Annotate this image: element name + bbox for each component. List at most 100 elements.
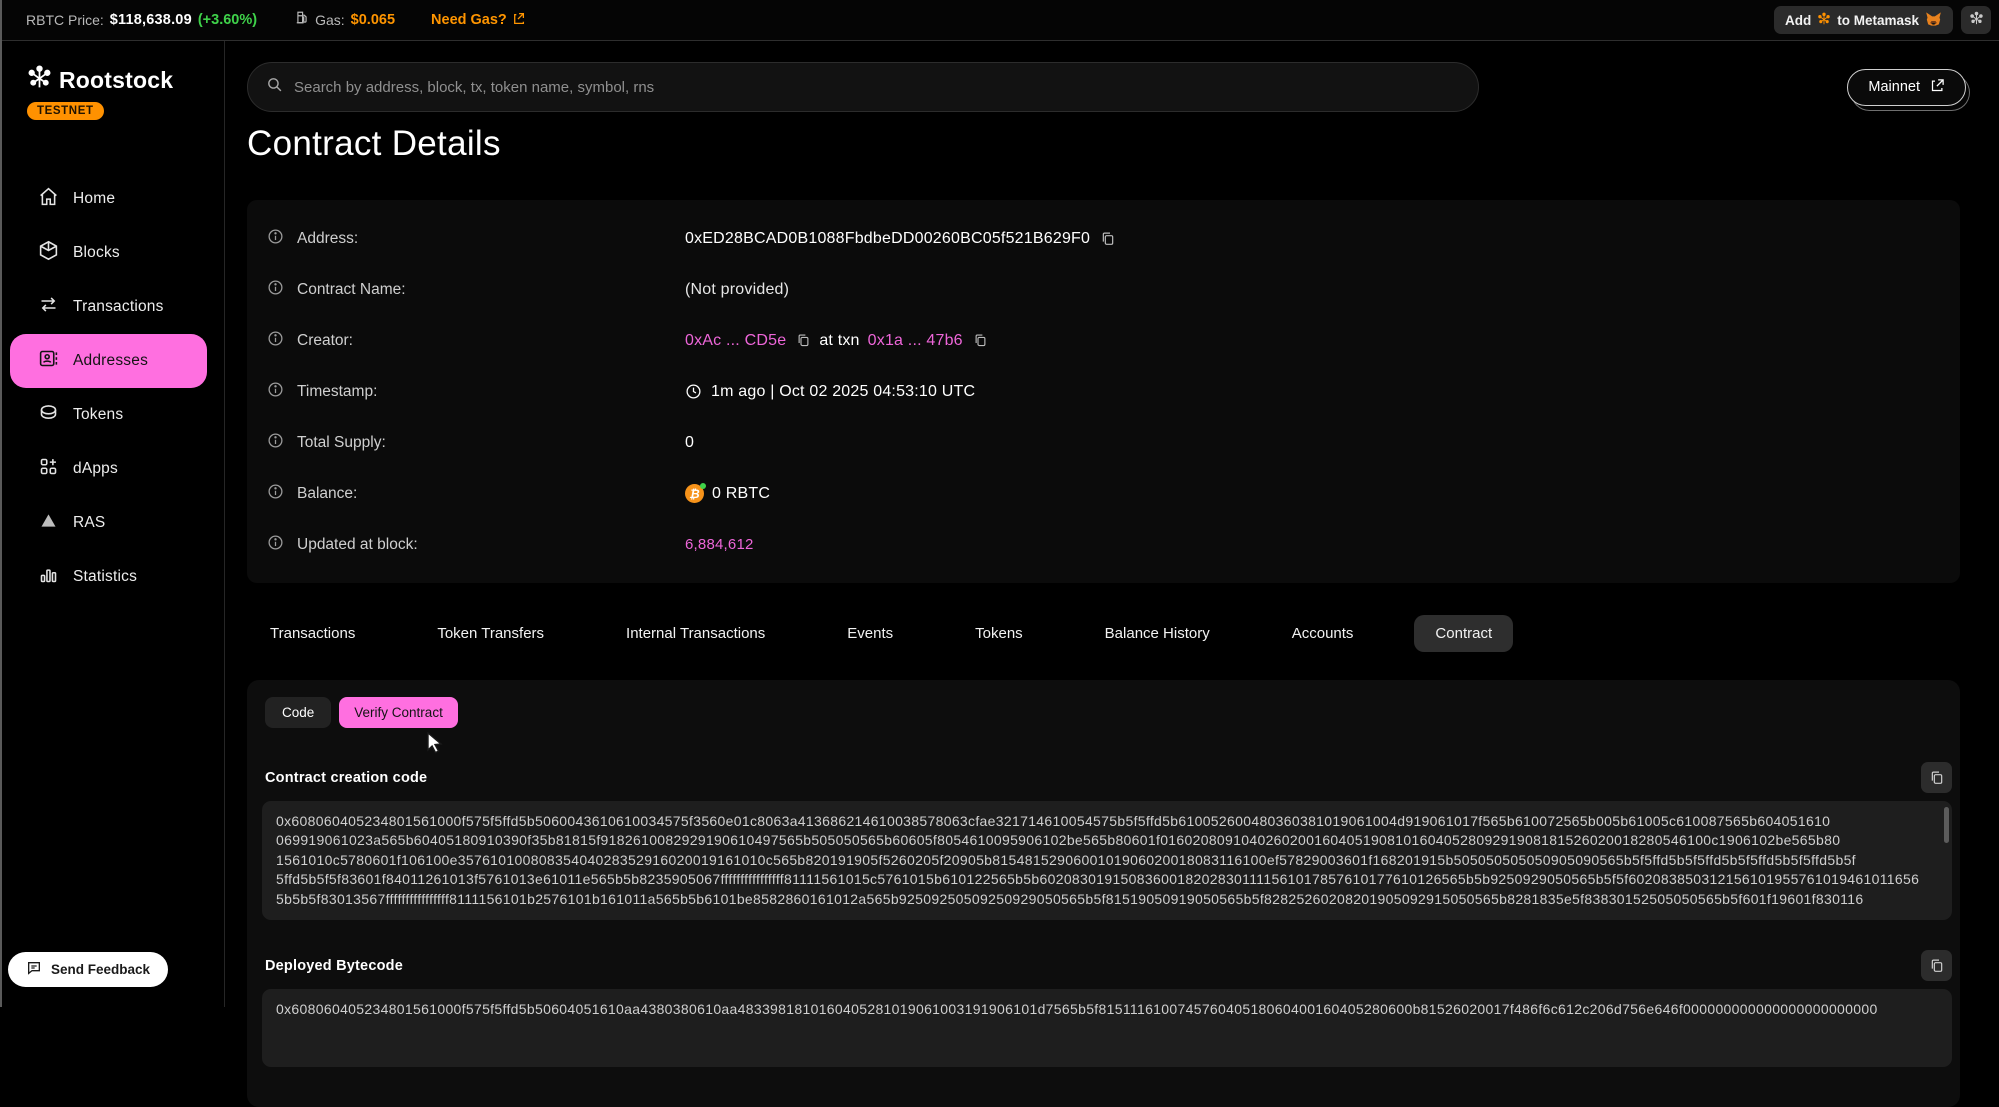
at-txn-label: at txn bbox=[819, 332, 859, 350]
gas-label: Gas: bbox=[315, 12, 345, 28]
rootstock-flower-icon bbox=[1817, 12, 1831, 29]
tab-transactions[interactable]: Transactions bbox=[249, 615, 376, 652]
tab-token-transfers[interactable]: Token Transfers bbox=[416, 615, 565, 652]
rootstock-grey-icon bbox=[1969, 11, 1984, 29]
timestamp-value: 1m ago | Oct 02 2025 04:53:10 UTC bbox=[711, 383, 975, 401]
sidebar-item-tokens[interactable]: Tokens bbox=[10, 388, 207, 442]
sidebar-item-label: Tokens bbox=[73, 406, 123, 424]
clock-icon bbox=[685, 383, 702, 400]
creation-code-label: Contract creation code bbox=[265, 770, 427, 786]
add-label: Add bbox=[1785, 13, 1811, 28]
page-title: Contract Details bbox=[247, 124, 1966, 164]
address-value: 0xED28BCAD0B1088FbdbeDD00260BC05f521B629… bbox=[685, 230, 1090, 248]
tab-contract[interactable]: Contract bbox=[1414, 615, 1513, 652]
external-link-icon bbox=[1930, 78, 1945, 97]
creator-txn-link[interactable]: 0x1a ... 47b6 bbox=[868, 332, 963, 350]
sidebar-item-label: dApps bbox=[73, 460, 118, 478]
sidebar: Rootstock TESTNET Home Blocks Transactio… bbox=[0, 41, 225, 1007]
search-input[interactable] bbox=[294, 79, 1460, 96]
rootstock-logo[interactable]: Rootstock bbox=[0, 65, 224, 95]
updated-block-link[interactable]: 6,884,612 bbox=[685, 536, 754, 553]
sidebar-item-home[interactable]: Home bbox=[10, 172, 207, 226]
code-button[interactable]: Code bbox=[265, 697, 331, 728]
creator-label: Creator: bbox=[297, 332, 353, 350]
detail-row-creator: Creator: 0xAc ... CD5e at txn 0x1a ... 4… bbox=[267, 315, 1940, 366]
code-line: 069919061023a565b60405180910390f35b81815… bbox=[276, 831, 1934, 850]
need-gas-link[interactable]: Need Gas? bbox=[431, 12, 525, 29]
sidebar-item-addresses[interactable]: Addresses bbox=[10, 334, 207, 388]
tab-internal-transactions[interactable]: Internal Transactions bbox=[605, 615, 786, 652]
sidebar-item-label: RAS bbox=[73, 514, 105, 532]
info-icon bbox=[267, 381, 284, 403]
sidebar-item-label: Statistics bbox=[73, 568, 137, 586]
sidebar-item-label: Blocks bbox=[73, 244, 120, 262]
sidebar-item-transactions[interactable]: Transactions bbox=[10, 280, 207, 334]
copy-address-button[interactable] bbox=[1100, 231, 1116, 247]
bar-chart-icon bbox=[38, 564, 59, 590]
search-bar bbox=[247, 62, 1479, 112]
mainnet-label: Mainnet bbox=[1868, 79, 1920, 95]
copy-creation-code-button[interactable] bbox=[1921, 762, 1952, 793]
info-icon bbox=[267, 279, 284, 301]
sidebar-item-statistics[interactable]: Statistics bbox=[10, 550, 207, 604]
deployed-bytecode-block[interactable]: 0x608060405234801561000f575f5ffd5b506040… bbox=[262, 989, 1952, 1067]
code-line: 1561010c5780601f106100e35761010080835404… bbox=[276, 851, 1934, 870]
sidebar-item-dapps[interactable]: dApps bbox=[10, 442, 207, 496]
address-tabs: Transactions Token Transfers Internal Tr… bbox=[247, 615, 1966, 652]
code-scrollbar[interactable] bbox=[1944, 807, 1949, 843]
tab-balance-history[interactable]: Balance History bbox=[1084, 615, 1231, 652]
detail-row-updated-block: Updated at block: 6,884,612 bbox=[267, 519, 1940, 570]
copy-deployed-bytecode-button[interactable] bbox=[1921, 950, 1952, 981]
creator-address-link[interactable]: 0xAc ... CD5e bbox=[685, 332, 786, 350]
contract-panel: Code Verify Contract Contract creation c… bbox=[247, 680, 1960, 1107]
tab-accounts[interactable]: Accounts bbox=[1271, 615, 1375, 652]
rbtc-price-change: (+3.60%) bbox=[198, 12, 257, 28]
sidebar-nav: Home Blocks Transactions Addresses Token… bbox=[0, 172, 224, 604]
code-line: 0x608060405234801561000f575f5ffd5b506004… bbox=[276, 812, 1934, 831]
cube-icon bbox=[38, 240, 59, 266]
feedback-label: Send Feedback bbox=[51, 962, 150, 977]
copy-txn-button[interactable] bbox=[973, 333, 988, 348]
triangle-icon bbox=[38, 510, 59, 536]
creation-code-block[interactable]: 0x608060405234801561000f575f5ffd5b506004… bbox=[262, 801, 1952, 920]
code-line: 0x608060405234801561000f575f5ffd5b506040… bbox=[276, 1000, 1934, 1019]
rootstock-settings-button[interactable] bbox=[1961, 6, 1991, 34]
detail-row-timestamp: Timestamp: 1m ago | Oct 02 2025 04:53:10… bbox=[267, 366, 1940, 417]
sidebar-item-label: Addresses bbox=[73, 352, 148, 370]
to-metamask-label: to Metamask bbox=[1837, 13, 1919, 28]
send-feedback-button[interactable]: Send Feedback bbox=[8, 952, 168, 987]
sidebar-item-label: Transactions bbox=[73, 298, 164, 316]
tab-tokens[interactable]: Tokens bbox=[954, 615, 1044, 652]
swap-arrows-icon bbox=[38, 294, 59, 320]
balance-label: Balance: bbox=[297, 485, 357, 503]
add-to-metamask-button[interactable]: Add to Metamask bbox=[1774, 6, 1953, 34]
coin-icon bbox=[38, 402, 59, 428]
sidebar-item-blocks[interactable]: Blocks bbox=[10, 226, 207, 280]
dapps-grid-icon bbox=[38, 456, 59, 482]
info-icon bbox=[267, 330, 284, 352]
brand-name: Rootstock bbox=[59, 67, 173, 94]
address-card-icon bbox=[38, 348, 59, 374]
window-edge bbox=[0, 0, 2, 1007]
tab-events[interactable]: Events bbox=[826, 615, 914, 652]
contract-name-value: (Not provided) bbox=[685, 281, 789, 299]
testnet-badge: TESTNET bbox=[27, 102, 104, 120]
detail-row-balance: Balance: ₿ 0 RBTC bbox=[267, 468, 1940, 519]
sidebar-item-label: Home bbox=[73, 190, 115, 208]
external-link-icon bbox=[512, 12, 525, 29]
deployed-bytecode-label: Deployed Bytecode bbox=[265, 958, 403, 974]
copy-creator-button[interactable] bbox=[796, 333, 811, 348]
gas-value: $0.065 bbox=[351, 12, 395, 28]
info-icon bbox=[267, 534, 284, 556]
info-icon bbox=[267, 483, 284, 505]
rbtc-price-label: RBTC Price: bbox=[26, 12, 104, 28]
sidebar-item-ras[interactable]: RAS bbox=[10, 496, 207, 550]
gas-pump-icon bbox=[295, 10, 309, 30]
code-line: 5b5b5f83013567ffffffffffffffff8111156101… bbox=[276, 890, 1934, 909]
search-icon bbox=[266, 76, 283, 98]
home-icon bbox=[38, 186, 59, 212]
need-gas-label: Need Gas? bbox=[431, 12, 507, 28]
verify-contract-button[interactable]: Verify Contract bbox=[339, 697, 458, 728]
metamask-fox-icon bbox=[1925, 11, 1942, 30]
mainnet-button[interactable]: Mainnet bbox=[1847, 69, 1966, 106]
